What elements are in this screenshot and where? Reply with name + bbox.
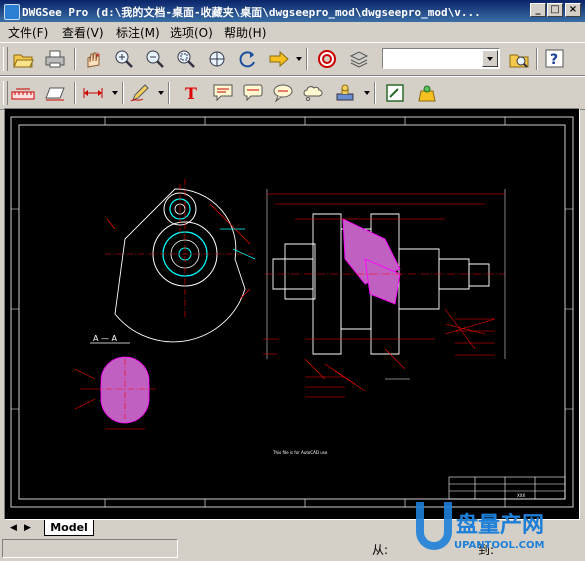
status-from-label: 从:	[372, 543, 389, 557]
pen-icon[interactable]	[128, 81, 154, 105]
chevron-down-icon[interactable]	[158, 91, 164, 95]
menu-help[interactable]: 帮助(H)	[224, 24, 266, 41]
title-block: XXX	[448, 476, 566, 500]
pan-icon[interactable]: +	[80, 47, 106, 71]
zoom-out-icon[interactable]	[142, 47, 168, 71]
status-panel-main	[2, 539, 178, 558]
next-arrow-icon[interactable]	[266, 47, 292, 71]
help-glyph: ?	[550, 52, 558, 68]
toolbar-separator	[374, 82, 376, 104]
rotate-icon[interactable]	[235, 47, 261, 71]
menu-bar: 文件(F) 查看(V) 标注(M) 选项(O) 帮助(H)	[0, 22, 585, 41]
crankshaft-side-view	[263, 189, 506, 398]
stamp-icon[interactable]	[332, 81, 358, 105]
tab-model[interactable]: Model	[44, 520, 94, 536]
chevron-down-icon[interactable]	[112, 91, 118, 95]
text-tool-icon[interactable]: T	[178, 81, 204, 105]
menu-file[interactable]: 文件(F)	[8, 24, 48, 41]
markup-toolbar: T	[0, 76, 585, 110]
callout-rect-icon[interactable]	[210, 81, 236, 105]
toolbar-grip[interactable]	[3, 81, 8, 105]
minimize-button[interactable]: _	[530, 3, 546, 17]
zoom-in-icon[interactable]	[111, 47, 137, 71]
toolbar-separator	[74, 48, 76, 70]
toolbar-separator	[168, 82, 170, 104]
toolbar-separator	[306, 48, 308, 70]
toolbar-separator	[536, 48, 538, 70]
title-bar: DWGSee Pro (d:\我的文档-桌面-收藏夹\桌面\dwgseepro_…	[0, 0, 585, 22]
status-to-label: 到:	[478, 543, 495, 557]
drawing-note: This file is for AutoCAD use	[272, 450, 328, 455]
print-icon[interactable]	[42, 47, 68, 71]
menu-view[interactable]: 查看(V)	[62, 24, 104, 41]
app-icon[interactable]	[4, 4, 20, 20]
bag-icon[interactable]	[414, 81, 440, 105]
layer-combo[interactable]	[382, 48, 500, 69]
cad-drawing: A — A This file is for AutoCAD use XXX	[10, 116, 574, 508]
toolbar-separator	[122, 82, 124, 104]
text-tool-glyph: T	[185, 84, 197, 103]
toolbar-grip[interactable]	[3, 47, 8, 71]
dimension-icon[interactable]	[80, 81, 106, 105]
crank-end-view	[105, 179, 256, 343]
section-label: A — A	[93, 334, 118, 343]
menu-options[interactable]: 选项(O)	[170, 24, 213, 41]
zoom-extents-icon[interactable]	[204, 47, 230, 71]
close-button[interactable]: ×	[565, 3, 581, 17]
main-toolbar: + ?	[0, 42, 585, 76]
status-bar: 从: 到:	[0, 537, 585, 561]
zoom-window-icon[interactable]	[173, 47, 199, 71]
cloud-callout-icon[interactable]	[300, 81, 326, 105]
help-icon[interactable]: ?	[542, 47, 568, 71]
maximize-button[interactable]: □	[547, 3, 563, 17]
notepad-icon[interactable]	[382, 81, 408, 105]
frame-ticks	[11, 117, 573, 507]
layout-tab-bar: ◀ ▶ Model	[4, 520, 580, 537]
section-a-a: A — A	[74, 334, 157, 430]
title-block-text: XXX	[517, 493, 525, 498]
tab-prev-button[interactable]: ◀	[8, 522, 19, 534]
drawing-frame-outer	[10, 116, 574, 508]
svg-text:+: +	[95, 51, 101, 59]
callout-oval-icon[interactable]	[270, 81, 296, 105]
browse-folder-icon[interactable]	[506, 47, 532, 71]
tab-next-button[interactable]: ▶	[22, 522, 33, 534]
chevron-down-icon[interactable]	[364, 91, 370, 95]
measure-area-icon[interactable]	[42, 81, 68, 105]
menu-markup[interactable]: 标注(M)	[116, 24, 160, 41]
drawing-canvas[interactable]: A — A This file is for AutoCAD use XXX	[4, 108, 580, 520]
measure-line-icon[interactable]	[10, 81, 36, 105]
open-folder-icon[interactable]	[10, 47, 36, 71]
callout-round-icon[interactable]	[240, 81, 266, 105]
toolbar-separator	[74, 82, 76, 104]
layers-icon[interactable]	[346, 47, 372, 71]
window-title: DWGSee Pro (d:\我的文档-桌面-收藏夹\桌面\dwgseepro_…	[22, 6, 481, 19]
chevron-down-icon[interactable]	[296, 57, 302, 61]
drawing-frame-inner	[18, 124, 566, 500]
help-lifebuoy-icon[interactable]	[314, 47, 340, 71]
chevron-down-icon[interactable]	[482, 50, 498, 67]
